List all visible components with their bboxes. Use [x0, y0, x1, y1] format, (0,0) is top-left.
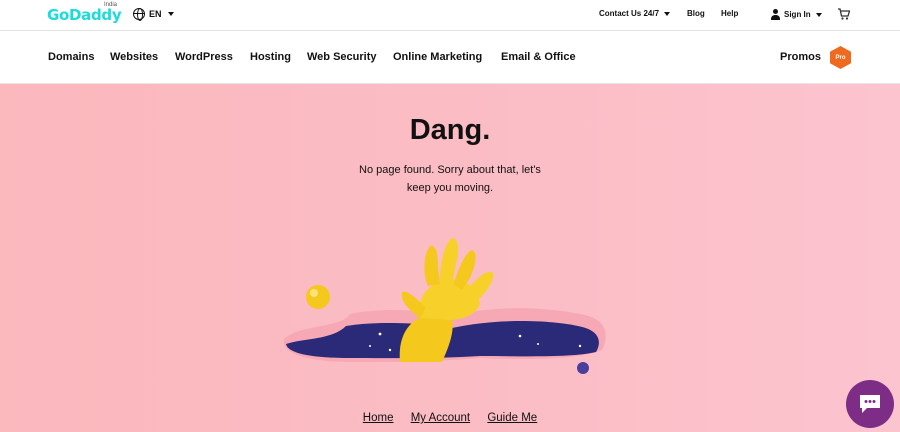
- my-account-link[interactable]: My Account: [411, 412, 470, 424]
- error-title: Dang.: [409, 114, 491, 146]
- contact-menu[interactable]: Contact Us 24/7: [599, 9, 671, 18]
- guide-me-link[interactable]: Guide Me: [487, 412, 537, 424]
- error-hero: Dang. No page found. Sorry about that, l…: [0, 84, 900, 432]
- help-link[interactable]: Help: [721, 9, 738, 18]
- nav-hosting[interactable]: Hosting: [250, 51, 291, 63]
- chevron-down-icon: [167, 12, 174, 16]
- chevron-down-icon: [815, 12, 822, 17]
- pro-badge[interactable]: Pro: [830, 46, 851, 69]
- sign-in-menu[interactable]: Sign In: [770, 9, 822, 20]
- waving-hand-illustration: [283, 238, 606, 374]
- nav-email-office[interactable]: Email & Office: [501, 51, 576, 63]
- nav-websites[interactable]: Websites: [110, 51, 158, 63]
- globe-icon: [133, 8, 145, 21]
- godaddy-logo[interactable]: GoDaddy: [47, 6, 122, 24]
- language-selector[interactable]: EN: [133, 8, 174, 21]
- nav-promos[interactable]: Promos: [780, 51, 821, 63]
- blog-link[interactable]: Blog: [687, 9, 705, 18]
- help-label: Help: [721, 9, 739, 18]
- contact-label: Contact Us 24/7: [599, 9, 660, 18]
- cart-icon[interactable]: [838, 8, 850, 20]
- nav-domains[interactable]: Domains: [48, 51, 94, 63]
- nav-web-security[interactable]: Web Security: [307, 51, 377, 63]
- nav-online-marketing[interactable]: Online Marketing: [393, 51, 482, 63]
- chat-icon: [860, 395, 880, 413]
- blog-label: Blog: [687, 9, 705, 18]
- home-link[interactable]: Home: [363, 412, 394, 424]
- user-icon: [770, 9, 781, 20]
- language-label: EN: [149, 9, 162, 19]
- error-message: No page found. Sorry about that, let's k…: [359, 164, 541, 194]
- chevron-down-icon: [664, 11, 671, 16]
- main-nav: Domains Websites WordPress Hosting Web S…: [0, 31, 900, 84]
- logo-region: India: [104, 2, 118, 8]
- nav-wordpress[interactable]: WordPress: [175, 51, 233, 63]
- chat-button[interactable]: [846, 380, 894, 428]
- sign-in-label: Sign In: [784, 10, 811, 19]
- top-bar: GoDaddy India EN Contact Us 24/7 Blog He…: [0, 0, 900, 31]
- footer-links: Home My Account Guide Me: [0, 412, 900, 424]
